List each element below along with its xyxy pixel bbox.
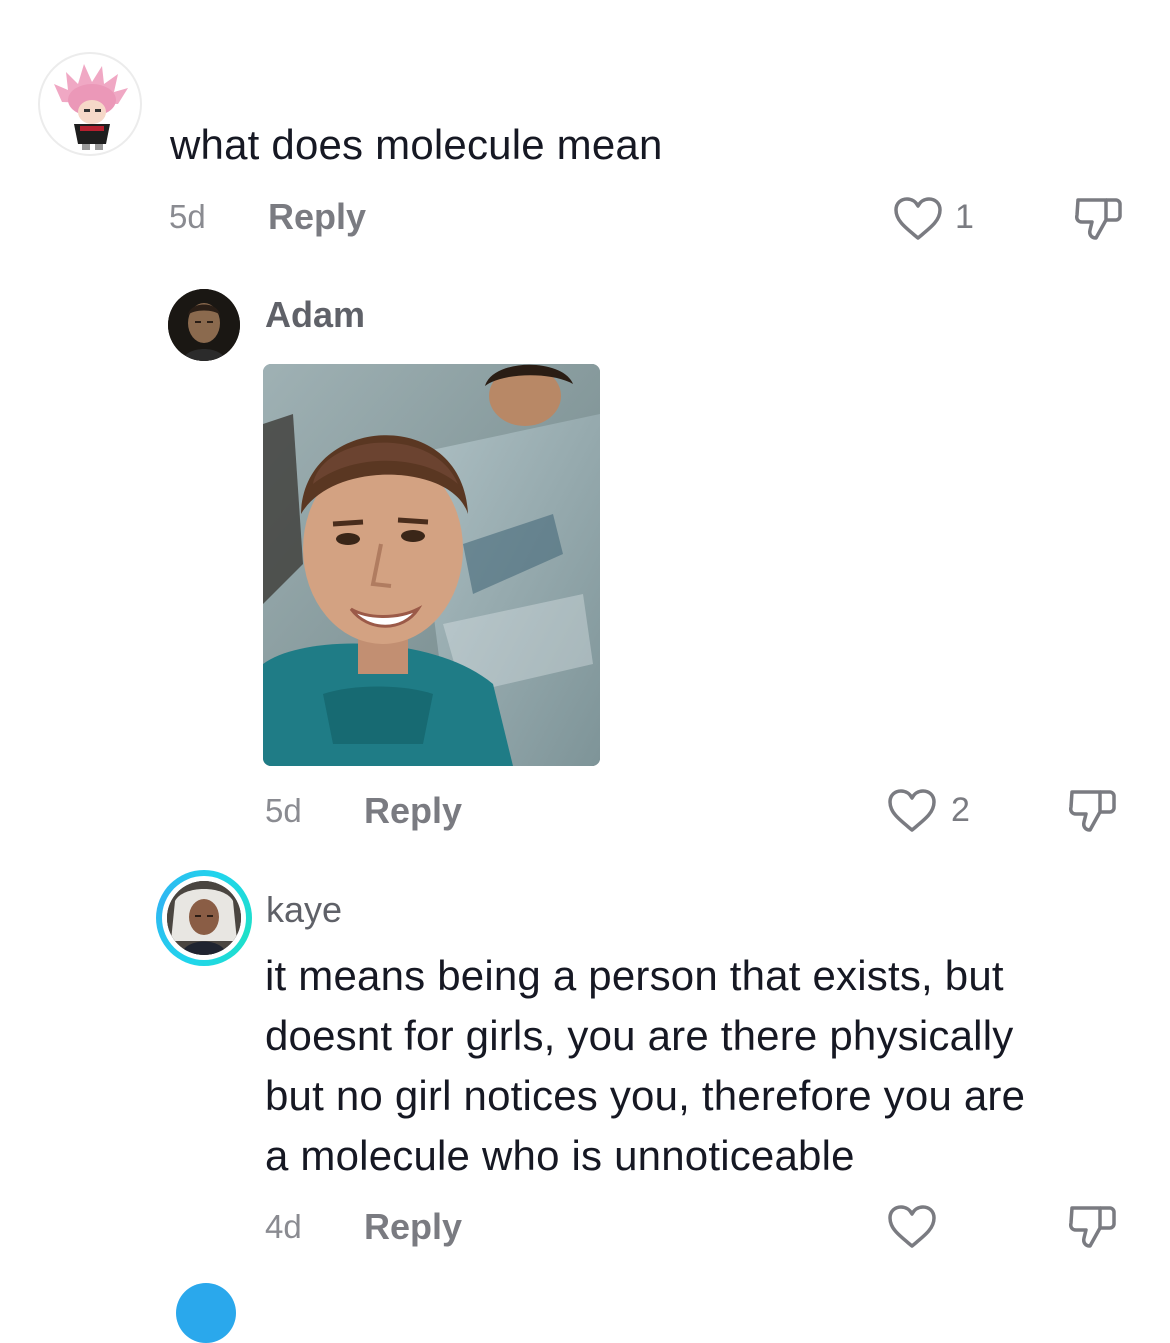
username[interactable]: kaye — [266, 889, 342, 931]
comment-text-line-1: it means being a person that exists, but — [265, 952, 1004, 999]
pink-hair-figure-avatar-image — [54, 64, 128, 150]
username[interactable]: Adam — [265, 294, 365, 336]
like-count: 2 — [951, 791, 970, 829]
comment-text-line-4: a molecule who is unnoticeable — [265, 1132, 855, 1179]
avatar-ring-gap — [162, 876, 246, 960]
like-button[interactable] — [886, 788, 938, 839]
heart-outline-icon — [894, 197, 942, 240]
avatar[interactable] — [38, 52, 142, 156]
comment-text-line-2: doesnt for girls, you are there physical… — [265, 1012, 1014, 1059]
photo-image — [263, 364, 600, 766]
comment-photo[interactable] — [263, 364, 600, 766]
thumbs-down-icon — [1069, 1206, 1116, 1248]
avatar[interactable] — [168, 289, 240, 361]
heart-outline-icon — [888, 789, 936, 832]
reply-button[interactable]: Reply — [364, 790, 462, 832]
avatar — [167, 881, 241, 955]
comment-timestamp: 5d — [169, 198, 206, 235]
thumbs-down-icon — [1069, 790, 1116, 832]
avatar-story-ring[interactable] — [156, 870, 252, 966]
next-comment-avatar[interactable] — [176, 1283, 236, 1343]
like-count: 1 — [955, 198, 974, 236]
like-button[interactable] — [892, 196, 944, 247]
heart-outline-icon — [888, 1205, 936, 1248]
like-button[interactable] — [886, 1204, 938, 1255]
dislike-button[interactable] — [1066, 786, 1118, 841]
comment-timestamp: 5d — [265, 792, 302, 829]
comment-text: what does molecule mean — [170, 121, 663, 168]
comment-text-line-3: but no girl notices you, therefore you a… — [265, 1072, 1026, 1119]
adam-avatar-image — [168, 289, 240, 361]
reply-button[interactable]: Reply — [268, 196, 366, 238]
reply-button[interactable]: Reply — [364, 1206, 462, 1248]
dislike-button[interactable] — [1066, 1202, 1118, 1257]
comment-timestamp: 4d — [265, 1208, 302, 1245]
dislike-button[interactable] — [1072, 194, 1124, 249]
thumbs-down-icon — [1075, 198, 1122, 240]
kaye-avatar-image — [167, 881, 241, 955]
